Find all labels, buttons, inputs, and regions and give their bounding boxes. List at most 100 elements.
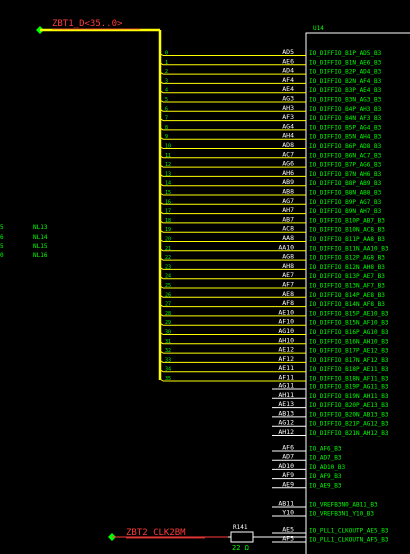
bus-row[interactable]: 17 AH7 IO_DIFFIO_B9N_AH7_B3 [159, 206, 382, 215]
pin-function: IO_DIFFIO_B4P_AH3_B3 [309, 106, 382, 113]
bus-row[interactable]: 24 AE7 IO_DIFFIO_B13P_AE7_B3 [159, 271, 385, 280]
pin-row[interactable]: AH11 IO_DIFFIO_B19N_AH11_B3 [272, 391, 389, 400]
pin-function: IO_AD7_B3 [309, 455, 342, 462]
resistor-value: 22 Ω [232, 544, 249, 552]
bus-bit-number: 3 [165, 78, 168, 84]
pin-number: AG10 [278, 327, 294, 335]
bus-row[interactable]: 13 AH6 IO_DIFFIO_B7N_AH6_B3 [159, 169, 382, 178]
resistor-body-icon[interactable] [230, 531, 254, 543]
bus-row[interactable]: 27 AF8 IO_DIFFIO_B14N_AF8_B3 [159, 299, 385, 308]
bus-row[interactable]: 9 AH4 IO_DIFFIO_B5N_AH4_B3 [159, 132, 382, 141]
bus-row[interactable]: 23 AH8 IO_DIFFIO_B12N_AH8_B3 [159, 262, 385, 271]
bus-bit-number: 0 [165, 51, 168, 57]
bus-row[interactable]: 0 AD5 IO_DIFFIO_B1P_AD5_B3 [159, 48, 382, 57]
pin-row[interactable]: Y10 IO_VREFB3N1_Y10_B3 [272, 509, 374, 518]
pin-number: AE6 [282, 57, 294, 65]
bus-row[interactable]: 2 AD4 IO_DIFFIO_B2P_AD4_B3 [159, 67, 382, 76]
pin-function: IO_DIFFIO_B4N_AF3_B3 [309, 115, 382, 122]
pin-number: Y10 [282, 509, 294, 517]
pin-row[interactable]: AD10 IO_AD10_B3 [272, 462, 346, 471]
pin-function: IO_DIFFIO_B17P_AE12_B3 [309, 348, 389, 355]
pin-number: AF8 [282, 299, 294, 307]
pin-function: IO_DIFFIO_B16N_AH10_B3 [309, 338, 389, 345]
pin-function: IO_DIFFIO_B6P_AD8_B3 [309, 143, 382, 150]
pin-number: AF6 [282, 444, 294, 452]
pin-function: IO_DIFFIO_B12N_AH8_B3 [309, 264, 385, 271]
pin-function: IO_AF9_B3 [309, 473, 342, 480]
bus-row[interactable]: 21 AA10 IO_DIFFIO_B11N_AA10_B3 [159, 243, 389, 252]
bus-row[interactable]: 16 AG7 IO_DIFFIO_B9P_AG7_B3 [159, 197, 382, 206]
bus-row[interactable]: 34 AE11 IO_DIFFIO_B18P_AE11_B3 [159, 364, 389, 373]
bus-row[interactable]: 8 AG4 IO_DIFFIO_B5P_AG4_B3 [159, 122, 382, 131]
pin-row[interactable]: AE13 IO_DIFFIO_B20P_AE13_B3 [272, 400, 389, 409]
pin-row[interactable]: AE5 IO_PLL1_CLKOUTP_AE5_B3 [272, 526, 389, 535]
bus-row[interactable]: 5 AG3 IO_DIFFIO_B3N_AG3_B3 [159, 95, 382, 104]
pin-function: IO_DIFFIO_B18N_AF11_B3 [309, 376, 389, 383]
bus-row[interactable]: 32 AE12 IO_DIFFIO_B17P_AE12_B3 [159, 346, 389, 355]
pin-row[interactable]: AH12 IO_DIFFIO_B21N_AH12_B3 [272, 428, 389, 437]
bus-row[interactable]: 12 AG6 IO_DIFFIO_B7P_AG6_B3 [159, 160, 382, 169]
bus-row[interactable]: 18 AB7 IO_DIFFIO_B10P_AB7_B3 [159, 215, 385, 224]
bus-row[interactable]: 20 AA8 IO_DIFFIO_B11P_AA8_B3 [159, 234, 385, 243]
bus-bit-number: 24 [165, 274, 171, 280]
pin-function: IO_DIFFIO_B5P_AG4_B3 [309, 124, 382, 131]
bus-bit-number: 20 [165, 237, 171, 243]
bus-bit-number: 1 [165, 60, 168, 66]
pin-row[interactable]: AG11 IO_DIFFIO_B19P_AG11_B3 [272, 382, 389, 391]
bus-row[interactable]: 10 AD8 IO_DIFFIO_B6P_AD8_B3 [159, 141, 382, 150]
bus-row[interactable]: 6 AH3 IO_DIFFIO_B4P_AH3_B3 [159, 104, 382, 113]
pin-function: IO_DIFFIO_B14P_AE8_B3 [309, 292, 385, 299]
bus-row[interactable]: 1 AE6 IO_DIFFIO_B1N_AE6_B3 [159, 57, 382, 66]
bus-row[interactable]: 26 AE8 IO_DIFFIO_B14P_AE8_B3 [159, 290, 385, 299]
pin-row[interactable]: AF9 IO_AF9_B3 [272, 471, 342, 480]
pin-row[interactable]: AF5 IO_PLL1_CLKOUTN_AF5_B3 [272, 535, 389, 544]
bus-row[interactable]: 14 AB9 IO_DIFFIO_B8P_AB9_B3 [159, 178, 382, 187]
bus-bit-number: 2 [165, 69, 168, 75]
bus-row[interactable]: 4 AE4 IO_DIFFIO_B3P_AE4_B3 [159, 85, 382, 94]
pin-function: IO_AD10_B3 [309, 464, 346, 471]
pin-function: IO_DIFFIO_B12P_AG8_B3 [309, 255, 385, 262]
bus-row[interactable]: 29 AF10 IO_DIFFIO_B15N_AF10_B3 [159, 318, 389, 327]
pin-function: IO_DIFFIO_B2N_AF4_B3 [309, 78, 382, 85]
pin-number: AE12 [278, 346, 294, 354]
bus-row[interactable]: 33 AF12 IO_DIFFIO_B17N_AF12_B3 [159, 355, 389, 364]
bus-row[interactable]: 28 AE10 IO_DIFFIO_B15P_AE10_B3 [159, 308, 389, 317]
net-label-nl16: NL16 [33, 252, 48, 259]
pin-row[interactable]: AF6 IO_AF6_B3 [272, 444, 342, 453]
bus-bit-number: 11 [165, 153, 171, 159]
pin-row[interactable]: AD7 IO_AD7_B3 [272, 453, 342, 462]
bus-label-bottom[interactable]: ZBT2_CLK2BM [126, 528, 186, 538]
pin-function: IO_DIFFIO_B21N_AH12_B3 [309, 430, 389, 437]
pin-row[interactable]: AE9 IO_AE9_B3 [272, 480, 342, 489]
bus-row[interactable]: 19 AC8 IO_DIFFIO_B10N_AC8_B3 [159, 225, 385, 234]
bus-row[interactable]: 25 AF7 IO_DIFFIO_B13N_AF7_B3 [159, 281, 385, 290]
pll-rows: AE5 IO_PLL1_CLKOUTP_AE5_B3 AF5 IO_PLL1_CLKO… [272, 526, 389, 544]
bus-row[interactable]: 22 AG8 IO_DIFFIO_B12P_AG8_B3 [159, 253, 385, 262]
bus-row[interactable]: 3 AF4 IO_DIFFIO_B2N_AF4_B3 [159, 76, 382, 85]
pin-number: AH3 [282, 104, 294, 112]
bus-row[interactable]: 15 AB8 IO_DIFFIO_B8N_AB8_B3 [159, 188, 382, 197]
pin-function: IO_DIFFIO_B13P_AE7_B3 [309, 273, 385, 280]
pin-row[interactable]: AB13 IO_DIFFIO_B20N_AB13_B3 [272, 409, 389, 418]
bus-row[interactable]: 11 AC7 IO_DIFFIO_B6N_AC7_B3 [159, 150, 382, 159]
bus-bit-number: 13 [165, 171, 171, 177]
pin-number: AB13 [278, 409, 294, 417]
bus-row[interactable]: 31 AH10 IO_DIFFIO_B16N_AH10_B3 [159, 336, 389, 345]
pin-function: IO_DIFFIO_B16P_AG10_B3 [309, 329, 389, 336]
pin-function: IO_DIFFIO_B14N_AF8_B3 [309, 301, 385, 308]
pin-row[interactable]: AG12 IO_DIFFIO_B21P_AG12_B3 [272, 419, 389, 428]
left-partial-label: 0 [0, 252, 4, 259]
bus-row[interactable]: 30 AG10 IO_DIFFIO_B16P_AG10_B3 [159, 327, 389, 336]
bus-bit-number: 15 [165, 190, 171, 196]
bus-label-top[interactable]: ZBT1_D<35..0> [52, 19, 123, 29]
pin-row[interactable]: AB11 IO_VREFB3N0_AB11_B3 [272, 500, 378, 509]
bus-row[interactable]: 35 AF11 IO_DIFFIO_B18N_AF11_B3 [159, 374, 389, 383]
pin-function: IO_DIFFIO_B8N_AB8_B3 [309, 190, 382, 197]
left-partial-label: 5 [0, 243, 4, 250]
pin-number: AG3 [282, 95, 294, 103]
pin-number: AH10 [278, 336, 294, 344]
bus-bit-number: 5 [165, 97, 168, 103]
pin-number: AH4 [282, 132, 294, 140]
pin-number: AB11 [278, 500, 294, 508]
bus-row[interactable]: 7 AF3 IO_DIFFIO_B4N_AF3_B3 [159, 113, 382, 122]
